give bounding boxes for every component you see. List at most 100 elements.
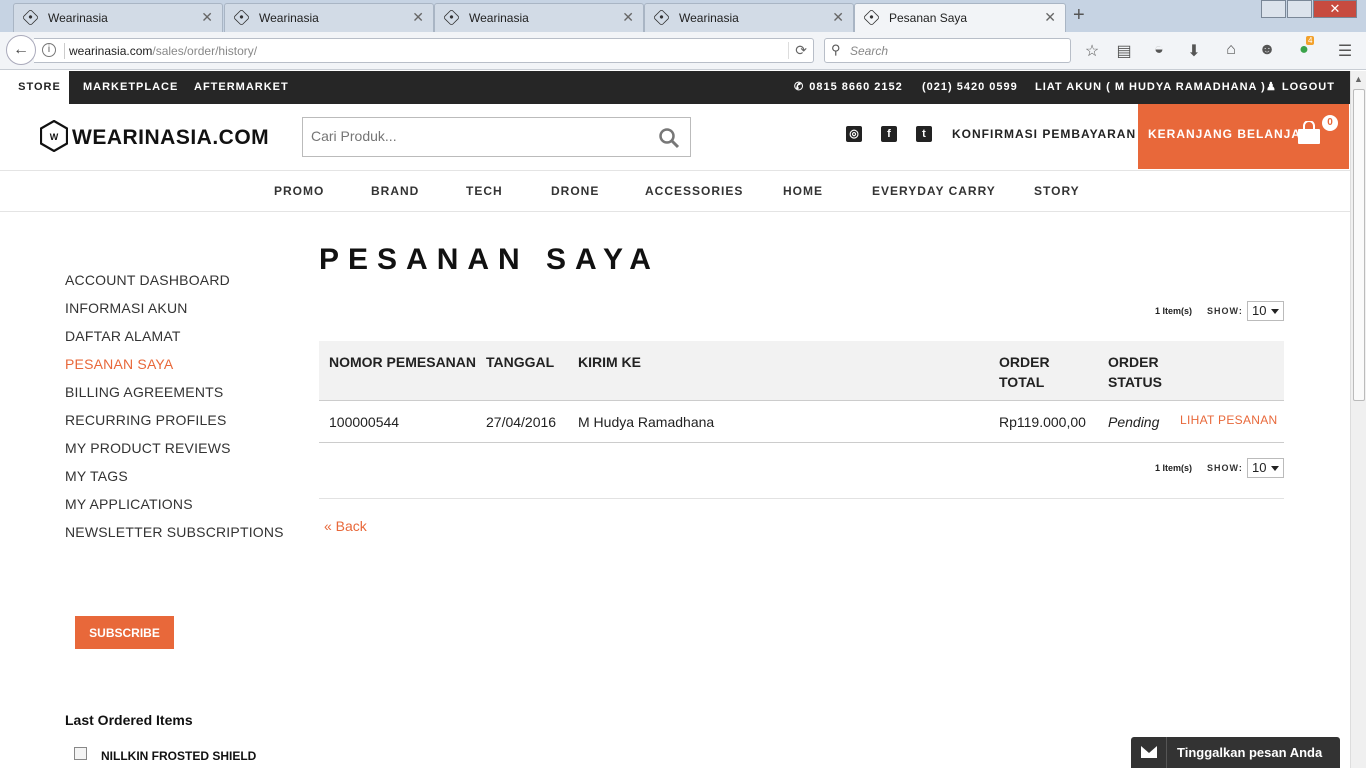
- sidebar-item-my-product-reviews[interactable]: MY PRODUCT REVIEWS: [65, 440, 231, 456]
- table-row: 100000544 27/04/2016 M Hudya Ramadhana R…: [319, 401, 1284, 443]
- browser-tab[interactable]: Wearinasia ✕: [644, 3, 854, 32]
- sidebar-item-newsletter-subscriptions[interactable]: NEWSLETTER SUBSCRIPTIONS: [65, 524, 284, 540]
- sidebar-item-my-applications[interactable]: MY APPLICATIONS: [65, 496, 193, 512]
- new-tab-icon[interactable]: +: [1073, 4, 1085, 27]
- nav-drone[interactable]: DRONE: [551, 184, 599, 198]
- close-tab-icon[interactable]: ✕: [1044, 9, 1056, 26]
- close-tab-icon[interactable]: ✕: [412, 9, 424, 26]
- maximize-window-button[interactable]: [1287, 0, 1312, 18]
- browser-tab[interactable]: Wearinasia ✕: [13, 3, 223, 32]
- sidebar-item-account-dashboard[interactable]: ACCOUNT DASHBOARD: [65, 272, 230, 288]
- sidebar-item-daftar-alamat[interactable]: DAFTAR ALAMAT: [65, 328, 181, 344]
- phone-link-2[interactable]: (021) 5420 0599: [922, 71, 1018, 104]
- column-header-order-status: ORDER STATUS: [1108, 354, 1162, 390]
- page-scrollbar[interactable]: ▲: [1350, 71, 1366, 768]
- sidebar-item-recurring-profiles[interactable]: RECURRING PROFILES: [65, 412, 227, 428]
- account-link[interactable]: LIAT AKUN ( M HUDYA RAMADHANA ): [1035, 71, 1266, 104]
- tab-title: Wearinasia: [469, 11, 529, 25]
- nav-brand[interactable]: BRAND: [371, 184, 419, 198]
- site-info-icon[interactable]: i: [42, 43, 56, 57]
- sidebar-item-informasi-akun[interactable]: INFORMASI AKUN: [65, 300, 188, 316]
- sidebar-item-pesanan-saya[interactable]: PESANAN SAYA: [65, 356, 173, 372]
- show-per-page-select[interactable]: 10: [1247, 301, 1284, 321]
- nav-story[interactable]: STORY: [1034, 184, 1080, 198]
- home-icon[interactable]: ⌂: [1221, 41, 1241, 59]
- site-favicon-icon: [653, 9, 670, 26]
- svg-text:W: W: [50, 132, 59, 142]
- reading-list-icon[interactable]: ▤: [1114, 41, 1134, 61]
- last-ordered-item-checkbox[interactable]: [74, 747, 87, 760]
- sidebar-item-my-tags[interactable]: MY TAGS: [65, 468, 128, 484]
- order-status: Pending: [1108, 414, 1160, 430]
- facebook-icon[interactable]: f: [881, 126, 897, 142]
- konfirmasi-pembayaran-link[interactable]: KONFIRMASI PEMBAYARAN: [952, 127, 1136, 141]
- last-ordered-item-name[interactable]: NILLKIN FROSTED SHIELD: [101, 749, 256, 763]
- show-per-page-value: 10: [1252, 303, 1267, 318]
- column-header-nomor: NOMOR PEMESANAN: [329, 354, 477, 370]
- search-icon[interactable]: [658, 127, 680, 149]
- close-tab-icon[interactable]: ✕: [201, 9, 213, 26]
- product-search-input[interactable]: [311, 128, 641, 144]
- logout-link[interactable]: ♟ LOGOUT: [1266, 71, 1335, 104]
- close-tab-icon[interactable]: ✕: [832, 9, 844, 26]
- tab-title: Wearinasia: [259, 11, 319, 25]
- sidebar-item-billing-agreements[interactable]: BILLING AGREEMENTS: [65, 384, 223, 400]
- close-window-button[interactable]: ✕: [1313, 0, 1357, 18]
- nav-promo[interactable]: PROMO: [274, 184, 324, 198]
- order-date: 27/04/2016: [486, 414, 557, 430]
- marketplace-tab[interactable]: MARKETPLACE: [83, 71, 178, 104]
- menu-hamburger-icon[interactable]: ☰: [1335, 41, 1355, 61]
- browser-navigation-bar: i wearinasia.com/sales/order/history/ ⟳ …: [0, 32, 1366, 70]
- order-number: 100000544: [329, 414, 400, 430]
- view-order-link[interactable]: LIHAT PESANAN: [1180, 413, 1278, 427]
- hello-chat-icon[interactable]: ☻: [1257, 41, 1277, 59]
- show-label: SHOW:: [1207, 463, 1243, 473]
- dropdown-caret-icon: [1271, 466, 1279, 471]
- browser-tab[interactable]: Wearinasia ✕: [224, 3, 434, 32]
- tab-title: Wearinasia: [48, 11, 108, 25]
- shopping-bag-icon: [1298, 121, 1320, 144]
- orders-table-header: NOMOR PEMESANAN TANGGAL KIRIM KE ORDER TO…: [319, 341, 1284, 401]
- close-tab-icon[interactable]: ✕: [622, 9, 634, 26]
- back-link[interactable]: « Back: [324, 518, 367, 534]
- scroll-up-icon[interactable]: ▲: [1354, 74, 1363, 84]
- search-icon: ⚲: [831, 42, 841, 57]
- chat-widget-button[interactable]: Tinggalkan pesan Anda: [1131, 737, 1340, 768]
- store-tab[interactable]: STORE: [10, 71, 69, 104]
- browser-tab-active[interactable]: Pesanan Saya ✕: [854, 3, 1066, 32]
- reload-icon[interactable]: ⟳: [788, 42, 807, 59]
- search-placeholder: Search: [850, 44, 889, 58]
- order-ship-to: M Hudya Ramadhana: [578, 414, 715, 430]
- subscribe-button[interactable]: SUBSCRIBE: [75, 616, 174, 649]
- product-search-box[interactable]: [302, 117, 691, 157]
- url-text: wearinasia.com/sales/order/history/: [69, 44, 258, 58]
- shopping-cart-button[interactable]: KERANJANG BELANJA 0: [1138, 104, 1349, 169]
- logo-hexagon-icon: W: [40, 120, 68, 152]
- phone-link-1[interactable]: ✆ 0815 8660 2152: [794, 71, 903, 104]
- address-bar[interactable]: i wearinasia.com/sales/order/history/ ⟳: [34, 38, 814, 63]
- browser-search-input[interactable]: ⚲ Search: [824, 38, 1071, 63]
- page-title: PESANAN SAYA: [319, 243, 660, 276]
- nav-accessories[interactable]: ACCESSORIES: [645, 184, 743, 198]
- aftermarket-tab[interactable]: AFTERMARKET: [194, 71, 289, 104]
- twitter-icon[interactable]: t: [916, 126, 932, 142]
- show-per-page-value: 10: [1252, 460, 1267, 475]
- minimize-window-button[interactable]: [1261, 0, 1286, 18]
- column-header-kirim-ke: KIRIM KE: [578, 354, 641, 370]
- instagram-icon[interactable]: ◎: [846, 126, 862, 142]
- user-icon: ♟: [1266, 81, 1277, 93]
- back-arrow-icon[interactable]: ←: [6, 35, 36, 65]
- tab-title: Pesanan Saya: [889, 11, 968, 25]
- nav-tech[interactable]: TECH: [466, 184, 503, 198]
- nav-home[interactable]: HOME: [783, 184, 823, 198]
- show-per-page-select[interactable]: 10: [1247, 458, 1284, 478]
- downloads-icon[interactable]: ⬇: [1184, 41, 1204, 61]
- bookmark-star-icon[interactable]: ☆: [1082, 41, 1102, 61]
- logo-text: WEARINASIA.COM: [72, 126, 270, 149]
- pocket-icon[interactable]: ◒: [1149, 41, 1169, 59]
- browser-tab[interactable]: Wearinasia ✕: [434, 3, 644, 32]
- divider: [319, 498, 1284, 499]
- nav-everyday-carry[interactable]: EVERYDAY CARRY: [872, 184, 996, 198]
- scrollbar-thumb[interactable]: [1353, 89, 1365, 401]
- browser-tab-strip: Wearinasia ✕ Wearinasia ✕ Wearinasia ✕ W…: [0, 0, 1366, 32]
